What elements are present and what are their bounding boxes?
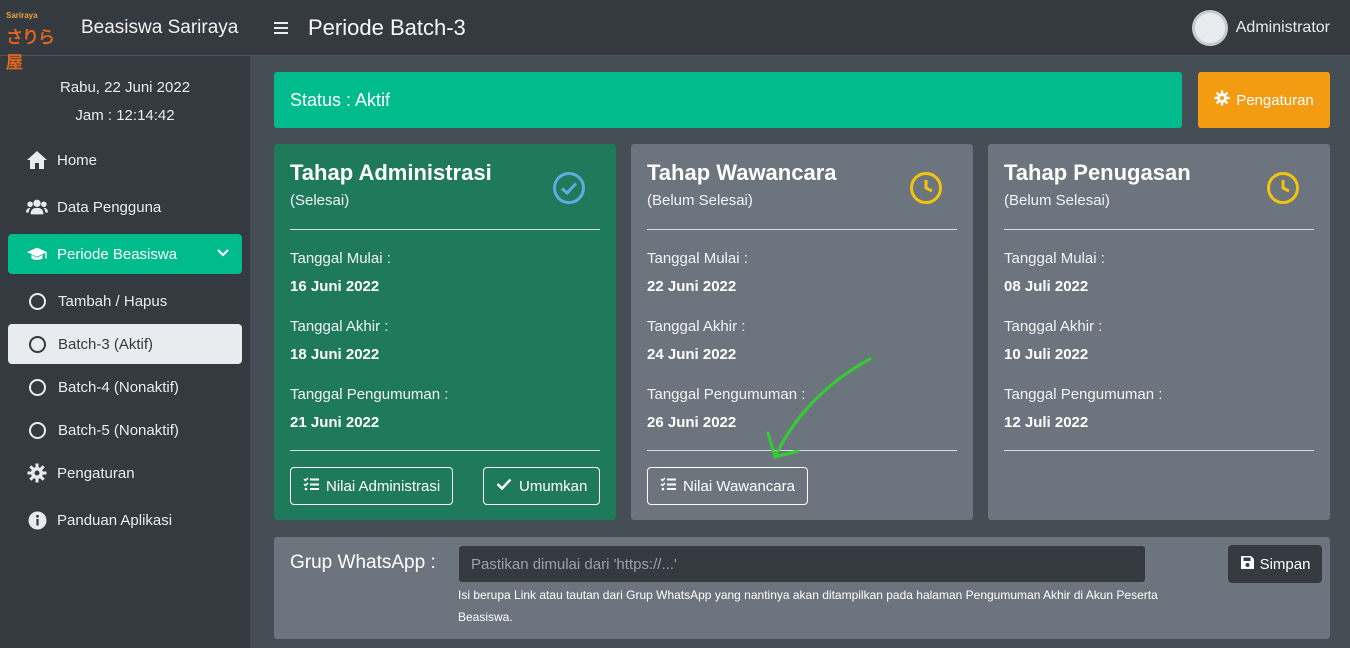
status-label: Status : Aktif — [290, 89, 391, 110]
divider — [290, 229, 600, 230]
hamburger-menu-icon[interactable] — [274, 21, 288, 34]
sidebar-subitem-batch-5[interactable]: Batch-5 (Nonaktif) — [8, 410, 242, 450]
nilai-administrasi-button[interactable]: Nilai Administrasi — [290, 467, 454, 505]
divider — [1004, 450, 1314, 451]
start-date-label: Tanggal Mulai : — [647, 250, 748, 267]
avatar — [1191, 10, 1228, 46]
sidebar-item-label: Home — [57, 151, 98, 169]
start-date-label: Tanggal Mulai : — [1004, 250, 1105, 267]
sidebar-item-periode-beasiswa[interactable]: Periode Beasiswa — [8, 234, 242, 274]
nilai-wawancara-button[interactable]: Nilai Wawancara — [647, 467, 808, 505]
sidebar-item-panduan-aplikasi[interactable]: Panduan Aplikasi — [8, 500, 242, 540]
end-date-label: Tanggal Akhir : — [1004, 318, 1103, 335]
settings-button-label: Pengaturan — [1236, 91, 1314, 109]
check-circle-icon — [552, 171, 586, 210]
brand[interactable]: Sariraya さりら屋 Beasiswa Sariraya — [0, 0, 250, 72]
chevron-down-icon — [216, 246, 230, 264]
logo-small-text: Sariraya — [6, 10, 38, 20]
card-tahap-penugasan: Tahap Penugasan (Belum Selesai) Tanggal … — [988, 144, 1330, 520]
sidebar-time: Jam : 12:14:42 — [75, 107, 175, 124]
divider — [290, 450, 600, 451]
end-date-value: 24 Juni 2022 — [647, 346, 737, 363]
announce-date-value: 26 Juni 2022 — [647, 414, 737, 431]
whatsapp-panel: Grup WhatsApp : Pastikan dimulai dari 'h… — [274, 537, 1330, 639]
sidebar-subitem-tambah-hapus[interactable]: Tambah / Hapus — [8, 281, 242, 321]
sidebar-item-label: Periode Beasiswa — [57, 245, 178, 263]
brand-logo: Sariraya さりら屋 — [6, 10, 68, 72]
clock-icon — [909, 171, 943, 210]
sidebar-item-pengaturan[interactable]: Pengaturan — [8, 453, 242, 493]
list-check-icon — [303, 477, 326, 495]
sidebar: Sariraya さりら屋 Beasiswa Sariraya Rabu, 22… — [0, 0, 250, 648]
sidebar-date: Rabu, 22 Juni 2022 — [59, 79, 191, 96]
status-bar: Status : Aktif — [274, 72, 1182, 128]
end-date-label: Tanggal Akhir : — [290, 318, 389, 335]
list-check-icon — [660, 477, 683, 495]
sidebar-subitem-label: Tambah / Hapus — [58, 292, 168, 310]
sidebar-subitem-label: Batch-4 (Nonaktif) — [58, 378, 179, 396]
sidebar-item-data-pengguna[interactable]: Data Pengguna — [8, 187, 242, 227]
sidebar-subitem-label: Batch-5 (Nonaktif) — [58, 421, 179, 439]
user-menu[interactable]: Administrator — [1191, 10, 1330, 46]
gear-icon — [26, 462, 48, 484]
sidebar-subitem-batch-4[interactable]: Batch-4 (Nonaktif) — [8, 367, 242, 407]
end-date-value: 18 Juni 2022 — [290, 346, 380, 363]
button-label: Umumkan — [519, 477, 588, 495]
circle-icon — [29, 335, 46, 353]
divider — [1004, 229, 1314, 230]
end-date-value: 10 Juli 2022 — [1004, 346, 1089, 363]
end-date-label: Tanggal Akhir : — [647, 318, 746, 335]
settings-button[interactable]: Pengaturan — [1198, 72, 1330, 128]
announce-date-label: Tanggal Pengumuman : — [1004, 386, 1163, 403]
announce-date-value: 12 Juli 2022 — [1004, 414, 1089, 431]
button-label: Nilai Wawancara — [683, 477, 795, 495]
page-title: Periode Batch-3 — [308, 14, 466, 40]
home-icon — [26, 149, 48, 171]
users-icon — [26, 196, 48, 218]
sidebar-nav: Home Data Pengguna Periode Beasiswa Tamb… — [0, 140, 250, 540]
sidebar-item-home[interactable]: Home — [8, 140, 242, 180]
umumkan-button[interactable]: Umumkan — [483, 467, 601, 505]
announce-date-label: Tanggal Pengumuman : — [290, 386, 449, 403]
annotation-arrow-icon — [760, 355, 880, 470]
save-button[interactable]: Simpan — [1228, 545, 1322, 583]
circle-icon — [29, 378, 46, 396]
circle-icon — [29, 421, 46, 439]
card-tahap-administrasi: Tahap Administrasi (Selesai) Tanggal Mul… — [274, 144, 616, 520]
circle-icon — [29, 292, 46, 310]
check-icon — [496, 477, 519, 495]
divider — [647, 229, 957, 230]
graduation-cap-icon — [26, 243, 48, 265]
clock-icon — [1266, 171, 1300, 210]
button-label: Nilai Administrasi — [326, 477, 441, 495]
sidebar-item-label: Pengaturan — [57, 464, 135, 482]
sidebar-subitem-batch-3[interactable]: Batch-3 (Aktif) — [8, 324, 242, 364]
user-name: Administrator — [1235, 19, 1330, 36]
sidebar-item-label: Panduan Aplikasi — [57, 511, 173, 529]
whatsapp-label: Grup WhatsApp : — [290, 552, 436, 573]
save-button-label: Simpan — [1259, 555, 1311, 573]
sidebar-item-label: Data Pengguna — [57, 198, 162, 216]
top-header: Periode Batch-3 Administrator — [250, 0, 1350, 56]
start-date-value: 16 Juni 2022 — [290, 278, 380, 295]
logo-main-text: さりら屋 — [6, 27, 55, 72]
announce-date-value: 21 Juni 2022 — [290, 414, 380, 431]
start-date-label: Tanggal Mulai : — [290, 250, 391, 267]
brand-title: Beasiswa Sariraya — [81, 16, 239, 38]
whatsapp-help-text: Isi berupa Link atau tautan dari Grup Wh… — [458, 588, 1158, 624]
whatsapp-link-input[interactable]: Pastikan dimulai dari 'https://...' — [459, 546, 1145, 582]
gear-icon — [1214, 90, 1236, 110]
sidebar-subitem-label: Batch-3 (Aktif) — [58, 335, 154, 353]
save-icon — [1240, 555, 1260, 574]
whatsapp-input-placeholder: Pastikan dimulai dari 'https://...' — [471, 555, 677, 573]
info-icon — [26, 509, 48, 531]
sidebar-datetime: Rabu, 22 Juni 2022 Jam : 12:14:42 — [0, 74, 250, 130]
start-date-value: 08 Juli 2022 — [1004, 278, 1089, 295]
start-date-value: 22 Juni 2022 — [647, 278, 737, 295]
